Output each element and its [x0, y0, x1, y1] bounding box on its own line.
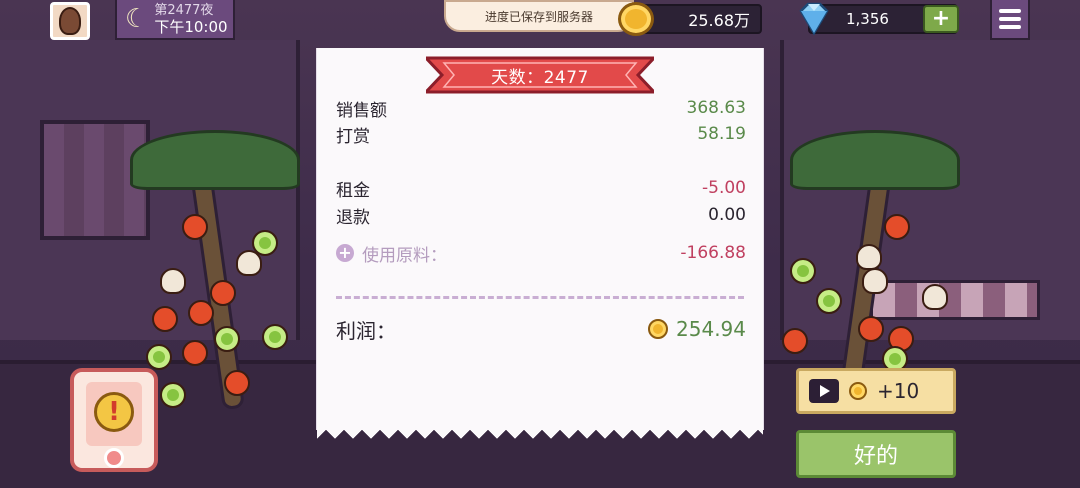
- tips-value: 58.19: [697, 124, 746, 144]
- garlic-icon: [160, 268, 186, 294]
- moon-icon: ☾: [125, 4, 149, 34]
- tomato-icon: [858, 316, 884, 342]
- tomato-icon: [182, 340, 208, 366]
- tomato-icon: [188, 300, 214, 326]
- tomato-icon: [884, 214, 910, 240]
- striped-awning: [870, 280, 1040, 320]
- garlic-icon: [922, 284, 948, 310]
- save-toast: 进度已保存到服务器: [444, 0, 634, 32]
- diamond-icon: [799, 2, 829, 36]
- pepper-icon: [214, 326, 240, 352]
- coin-icon: [648, 319, 669, 339]
- left-palm-leaves: [130, 130, 300, 190]
- pepper-icon: [160, 382, 186, 408]
- profit-value: 254.94: [676, 317, 746, 341]
- ingredients-row[interactable]: + 使用原料： -166.88: [336, 241, 746, 266]
- day-time-panel: ☾ 第2477夜 下午10:00: [115, 0, 235, 40]
- coin-icon: [618, 2, 654, 36]
- tomato-icon: [224, 370, 250, 396]
- garlic-icon: [236, 250, 262, 276]
- sales-value: 368.63: [686, 98, 746, 118]
- rent-value: -5.00: [702, 178, 746, 198]
- pepper-icon: [262, 324, 288, 350]
- menu-button[interactable]: [990, 0, 1030, 40]
- tomato-icon: [782, 328, 808, 354]
- ok-button[interactable]: 好的: [796, 430, 956, 478]
- exclamation-icon: !: [94, 392, 134, 432]
- rent-row: 租金 -5.00: [336, 176, 746, 201]
- refund-label: 退款: [336, 207, 370, 228]
- refund-row: 退款 0.00: [336, 203, 746, 228]
- tomato-icon: [152, 306, 178, 332]
- tomato-icon: [210, 280, 236, 306]
- ingredients-label: 使用原料：: [362, 245, 447, 266]
- left-building: [0, 40, 300, 340]
- sales-row: 销售额 368.63: [336, 96, 746, 121]
- profit-label: 利润：: [336, 318, 396, 343]
- clock-time: 下午10:00: [154, 18, 228, 36]
- phone-notification-button[interactable]: !: [70, 368, 158, 472]
- garlic-icon: [856, 244, 882, 270]
- pepper-icon: [816, 288, 842, 314]
- day-count: 天数：2477: [491, 67, 589, 88]
- refund-value: 0.00: [708, 205, 746, 225]
- avatar-face: [59, 7, 81, 35]
- ad-reward-text: +10: [877, 379, 920, 403]
- phone-home-icon: [104, 448, 124, 468]
- dashed-divider: [336, 296, 744, 299]
- sales-label: 销售额: [336, 100, 387, 121]
- menu-icon: [999, 9, 1021, 13]
- profit-row: 利润： 254.94: [336, 314, 746, 344]
- pepper-icon: [790, 258, 816, 284]
- tips-row: 打赏 58.19: [336, 122, 746, 147]
- coin-icon: [849, 382, 867, 400]
- garlic-icon: [862, 268, 888, 294]
- expand-plus-icon[interactable]: +: [336, 244, 354, 262]
- watch-ad-button[interactable]: +10: [796, 368, 956, 414]
- night-counter: 第2477夜: [154, 3, 214, 18]
- tips-label: 打赏: [336, 126, 370, 147]
- add-gems-button[interactable]: +: [923, 5, 959, 33]
- pepper-icon: [146, 344, 172, 370]
- tomato-icon: [182, 214, 208, 240]
- right-palm-leaves: [790, 130, 960, 190]
- player-avatar[interactable]: [50, 2, 90, 40]
- video-play-icon: [809, 379, 839, 403]
- rent-label: 租金: [336, 180, 370, 201]
- ingredients-value: -166.88: [680, 243, 746, 263]
